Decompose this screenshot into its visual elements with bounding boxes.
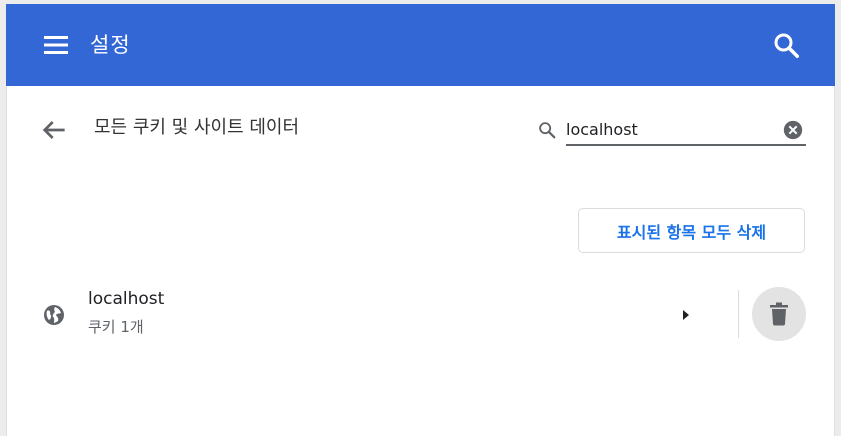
window-border-right (835, 0, 841, 436)
trash-icon (770, 302, 788, 326)
arrow-back-icon[interactable] (38, 114, 70, 146)
search-icon[interactable] (771, 30, 801, 60)
header-title: 설정 (90, 33, 131, 57)
search-input[interactable] (566, 114, 806, 146)
menu-icon[interactable] (42, 33, 70, 57)
globe-icon (42, 303, 66, 327)
page-title: 모든 쿠키 및 사이트 데이터 (94, 117, 300, 138)
clear-icon[interactable] (782, 119, 804, 141)
settings-header: 설정 (6, 4, 835, 86)
delete-site-button[interactable] (752, 287, 806, 341)
site-name: localhost (88, 289, 165, 309)
chevron-right-icon[interactable] (670, 299, 702, 331)
search-field-icon (536, 119, 558, 141)
settings-window: 설정 모든 쿠키 및 사이트 데이터 localhost 표시된 항목 모두 삭… (0, 0, 841, 436)
site-row: localhost 쿠키 1개 (6, 282, 835, 348)
row-divider (738, 290, 739, 338)
settings-content: 모든 쿠키 및 사이트 데이터 표시된 항목 모두 삭제 (6, 86, 835, 436)
remove-all-button[interactable]: 표시된 항목 모두 삭제 (578, 208, 805, 253)
site-cookie-count: 쿠키 1개 (88, 318, 144, 336)
site-search (536, 114, 808, 148)
